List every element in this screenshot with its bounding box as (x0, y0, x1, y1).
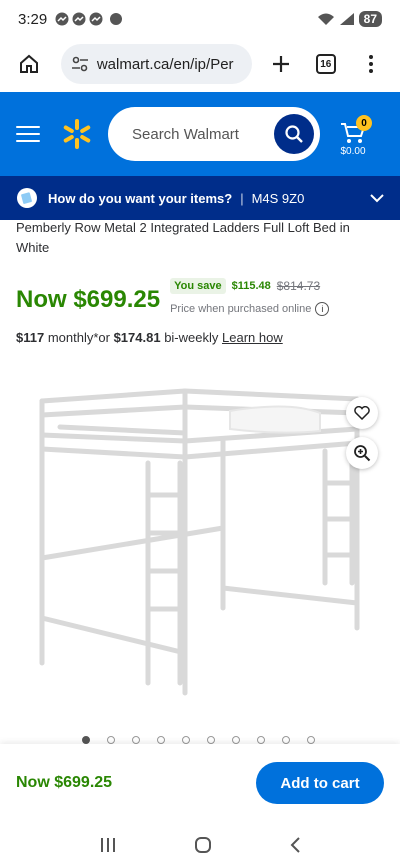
carousel-dot[interactable] (282, 736, 290, 744)
save-amount: $115.48 (231, 280, 271, 292)
home-icon (20, 54, 39, 73)
back-icon[interactable] (289, 836, 301, 854)
search-button[interactable] (274, 114, 314, 154)
price-row: Now $699.25 You save $115.48 $814.73 Pri… (0, 278, 400, 316)
carousel-dot[interactable] (182, 736, 190, 744)
new-tab-button[interactable] (262, 44, 301, 84)
plus-icon (272, 56, 289, 72)
messenger-icon (89, 12, 103, 26)
fulfillment-selector[interactable]: How do you want your items? | M4S 9Z0 (0, 176, 400, 220)
notification-icons (55, 12, 123, 26)
carousel-dot[interactable] (257, 736, 265, 744)
tab-switcher-button[interactable]: 16 (306, 44, 345, 84)
biweekly-amount: $174.81 (113, 330, 161, 345)
loft-bed-illustration (39, 388, 360, 696)
postal-code: M4S 9Z0 (251, 190, 305, 206)
carousel-dot[interactable] (107, 736, 115, 744)
menu-button[interactable] (16, 126, 40, 142)
tab-count: 16 (315, 54, 336, 74)
product-image[interactable] (0, 373, 400, 733)
signal-icon (339, 13, 354, 25)
search-icon (285, 125, 303, 143)
messenger-icon (72, 12, 86, 26)
carousel-dot[interactable] (307, 736, 315, 744)
financing-info: $117 monthly*or $174.81 bi-weekly Learn … (0, 330, 400, 345)
biweekly-text: bi-weekly (160, 330, 222, 345)
site-header: Search Walmart 0 $0.00 (0, 92, 400, 176)
zoom-button[interactable] (346, 437, 378, 469)
battery-indicator: 87 (358, 11, 382, 27)
carousel-dot[interactable] (157, 736, 165, 744)
carousel-dot[interactable] (82, 736, 90, 744)
learn-how-link[interactable]: Learn how (222, 330, 283, 345)
url-text: walmart.ca/en/ip/Per (96, 55, 234, 73)
status-bar: 3:29 87 (0, 0, 400, 38)
info-icon[interactable]: i (315, 302, 330, 316)
browser-menu-button[interactable] (351, 44, 390, 84)
carousel-dot[interactable] (207, 736, 215, 744)
was-price: $814.73 (276, 279, 321, 293)
product-info: Pemberly Row Metal 2 Integrated Ladders … (0, 220, 400, 345)
monthly-amount: $117 (16, 330, 45, 345)
home-button[interactable] (10, 44, 49, 84)
savings-block: You save $115.48 $814.73 Price when purc… (170, 278, 330, 316)
site-settings-icon (71, 56, 88, 72)
current-price: Now $699.25 (16, 286, 161, 313)
status-time: 3:29 (18, 10, 48, 28)
sticky-price: Now $699.25 (16, 774, 113, 791)
recent-apps-icon[interactable] (99, 837, 117, 853)
browser-toolbar: walmart.ca/en/ip/Per 16 (0, 38, 400, 90)
wifi-icon (317, 13, 334, 25)
messenger-icon (55, 12, 69, 26)
system-nav-bar (0, 822, 400, 867)
you-save-badge: You save (170, 278, 226, 294)
address-bar[interactable]: walmart.ca/en/ip/Per (60, 44, 252, 84)
home-nav-icon[interactable] (194, 836, 212, 854)
fulfillment-question: How do you want your items? (48, 190, 233, 206)
cart-count-badge: 0 (356, 115, 372, 131)
more-notifications-dot (110, 13, 123, 25)
carousel-dot[interactable] (132, 736, 140, 744)
delivery-options-icon (17, 188, 37, 208)
carousel-dots (82, 736, 315, 744)
product-title: Pemberly Row Metal 2 Integrated Ladders … (16, 220, 350, 255)
monthly-text: monthly*or (44, 330, 114, 345)
price-note: Price when purchased online (170, 303, 312, 315)
walmart-spark-logo[interactable] (60, 117, 94, 151)
status-right: 87 (317, 11, 382, 27)
heart-icon (354, 406, 370, 420)
search-input[interactable]: Search Walmart (108, 107, 320, 161)
zoom-in-icon (354, 445, 371, 462)
favorite-button[interactable] (346, 397, 378, 429)
chevron-down-icon (370, 194, 384, 203)
search-placeholder: Search Walmart (132, 125, 239, 143)
add-to-cart-button[interactable]: Add to cart (256, 762, 384, 804)
separator: | (240, 190, 244, 206)
cart-total: $0.00 (340, 146, 366, 157)
more-vert-icon (368, 55, 373, 73)
cart-button[interactable]: 0 $0.00 (330, 107, 376, 161)
carousel-dot[interactable] (232, 736, 240, 744)
sticky-purchase-bar: Now $699.25 Add to cart (0, 744, 400, 822)
